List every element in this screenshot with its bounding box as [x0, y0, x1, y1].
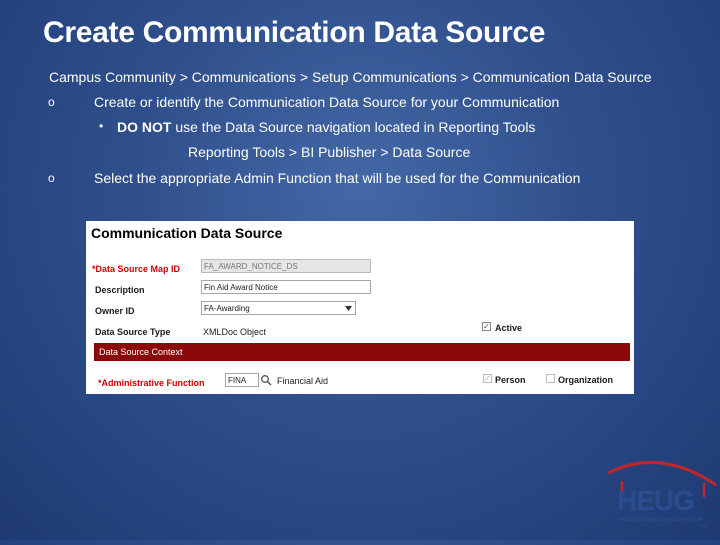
subbullet-bold: DO NOT — [117, 119, 172, 135]
subbullet-marker: • — [99, 119, 104, 133]
organization-label: Organization — [558, 375, 614, 385]
admin-function-description: Financial Aid — [277, 376, 329, 386]
map-id-label-text: *Data Source Map ID — [92, 264, 181, 274]
slide-title: Create Communication Data Source — [43, 16, 546, 49]
bullet-text: Create or identify the Communication Dat… — [94, 94, 560, 110]
description-label: Description — [95, 285, 145, 295]
subbullet-do-not: • DO NOT use the Data Source navigation … — [99, 119, 536, 135]
owner-id-label: Owner ID — [95, 306, 135, 316]
subbullet-text: use the Data Source navigation located i… — [171, 119, 536, 135]
description-field[interactable]: Fin Aid Award Notice — [201, 280, 371, 294]
bullet-marker: o — [48, 95, 55, 109]
admin-function-label: *Administrative Function — [98, 378, 205, 388]
active-checkbox[interactable]: ✓ — [482, 322, 491, 331]
navigation-breadcrumb: Campus Community > Communications > Setu… — [49, 69, 652, 85]
data-source-type-label: Data Source Type — [95, 327, 171, 337]
lookup-magnifier-icon[interactable] — [260, 374, 272, 386]
communication-data-source-panel: Communication Data Source *Data Source M… — [86, 221, 634, 394]
owner-id-value: FA-Awarding — [204, 304, 250, 313]
panel-title: Communication Data Source — [91, 225, 283, 241]
admin-function-label-text: *Administrative Function — [98, 378, 205, 388]
admin-function-field[interactable]: FINA — [225, 373, 259, 387]
map-id-field: FA_AWARD_NOTICE_DS — [201, 259, 371, 273]
active-label: Active — [495, 323, 523, 333]
bullet-create-data-source: o Create or identify the Communication D… — [48, 94, 560, 110]
owner-id-select[interactable]: FA-Awarding — [201, 301, 356, 315]
person-checkbox: ✓ — [483, 374, 492, 383]
person-label: Person — [495, 375, 526, 385]
chevron-down-icon — [345, 306, 352, 311]
bullet-text: Select the appropriate Admin Function th… — [94, 170, 581, 186]
map-id-label: *Data Source Map ID — [92, 264, 180, 274]
heug-logo: HEUG HIGHER EDUCATION USER GROUP TM — [600, 455, 720, 540]
heug-logo-trademark: TM — [700, 525, 708, 531]
reporting-tools-path: Reporting Tools > BI Publisher > Data So… — [188, 144, 471, 160]
heug-logo-text: HEUG — [617, 485, 695, 516]
heug-logo-tagline: HIGHER EDUCATION USER GROUP — [618, 517, 704, 523]
data-source-type-value: XMLDoc Object — [203, 327, 267, 337]
organization-checkbox — [546, 374, 555, 383]
data-source-context-section: Data Source Context — [94, 343, 630, 361]
bullet-marker: o — [48, 171, 55, 185]
bullet-select-admin-function: o Select the appropriate Admin Function … — [48, 170, 581, 186]
